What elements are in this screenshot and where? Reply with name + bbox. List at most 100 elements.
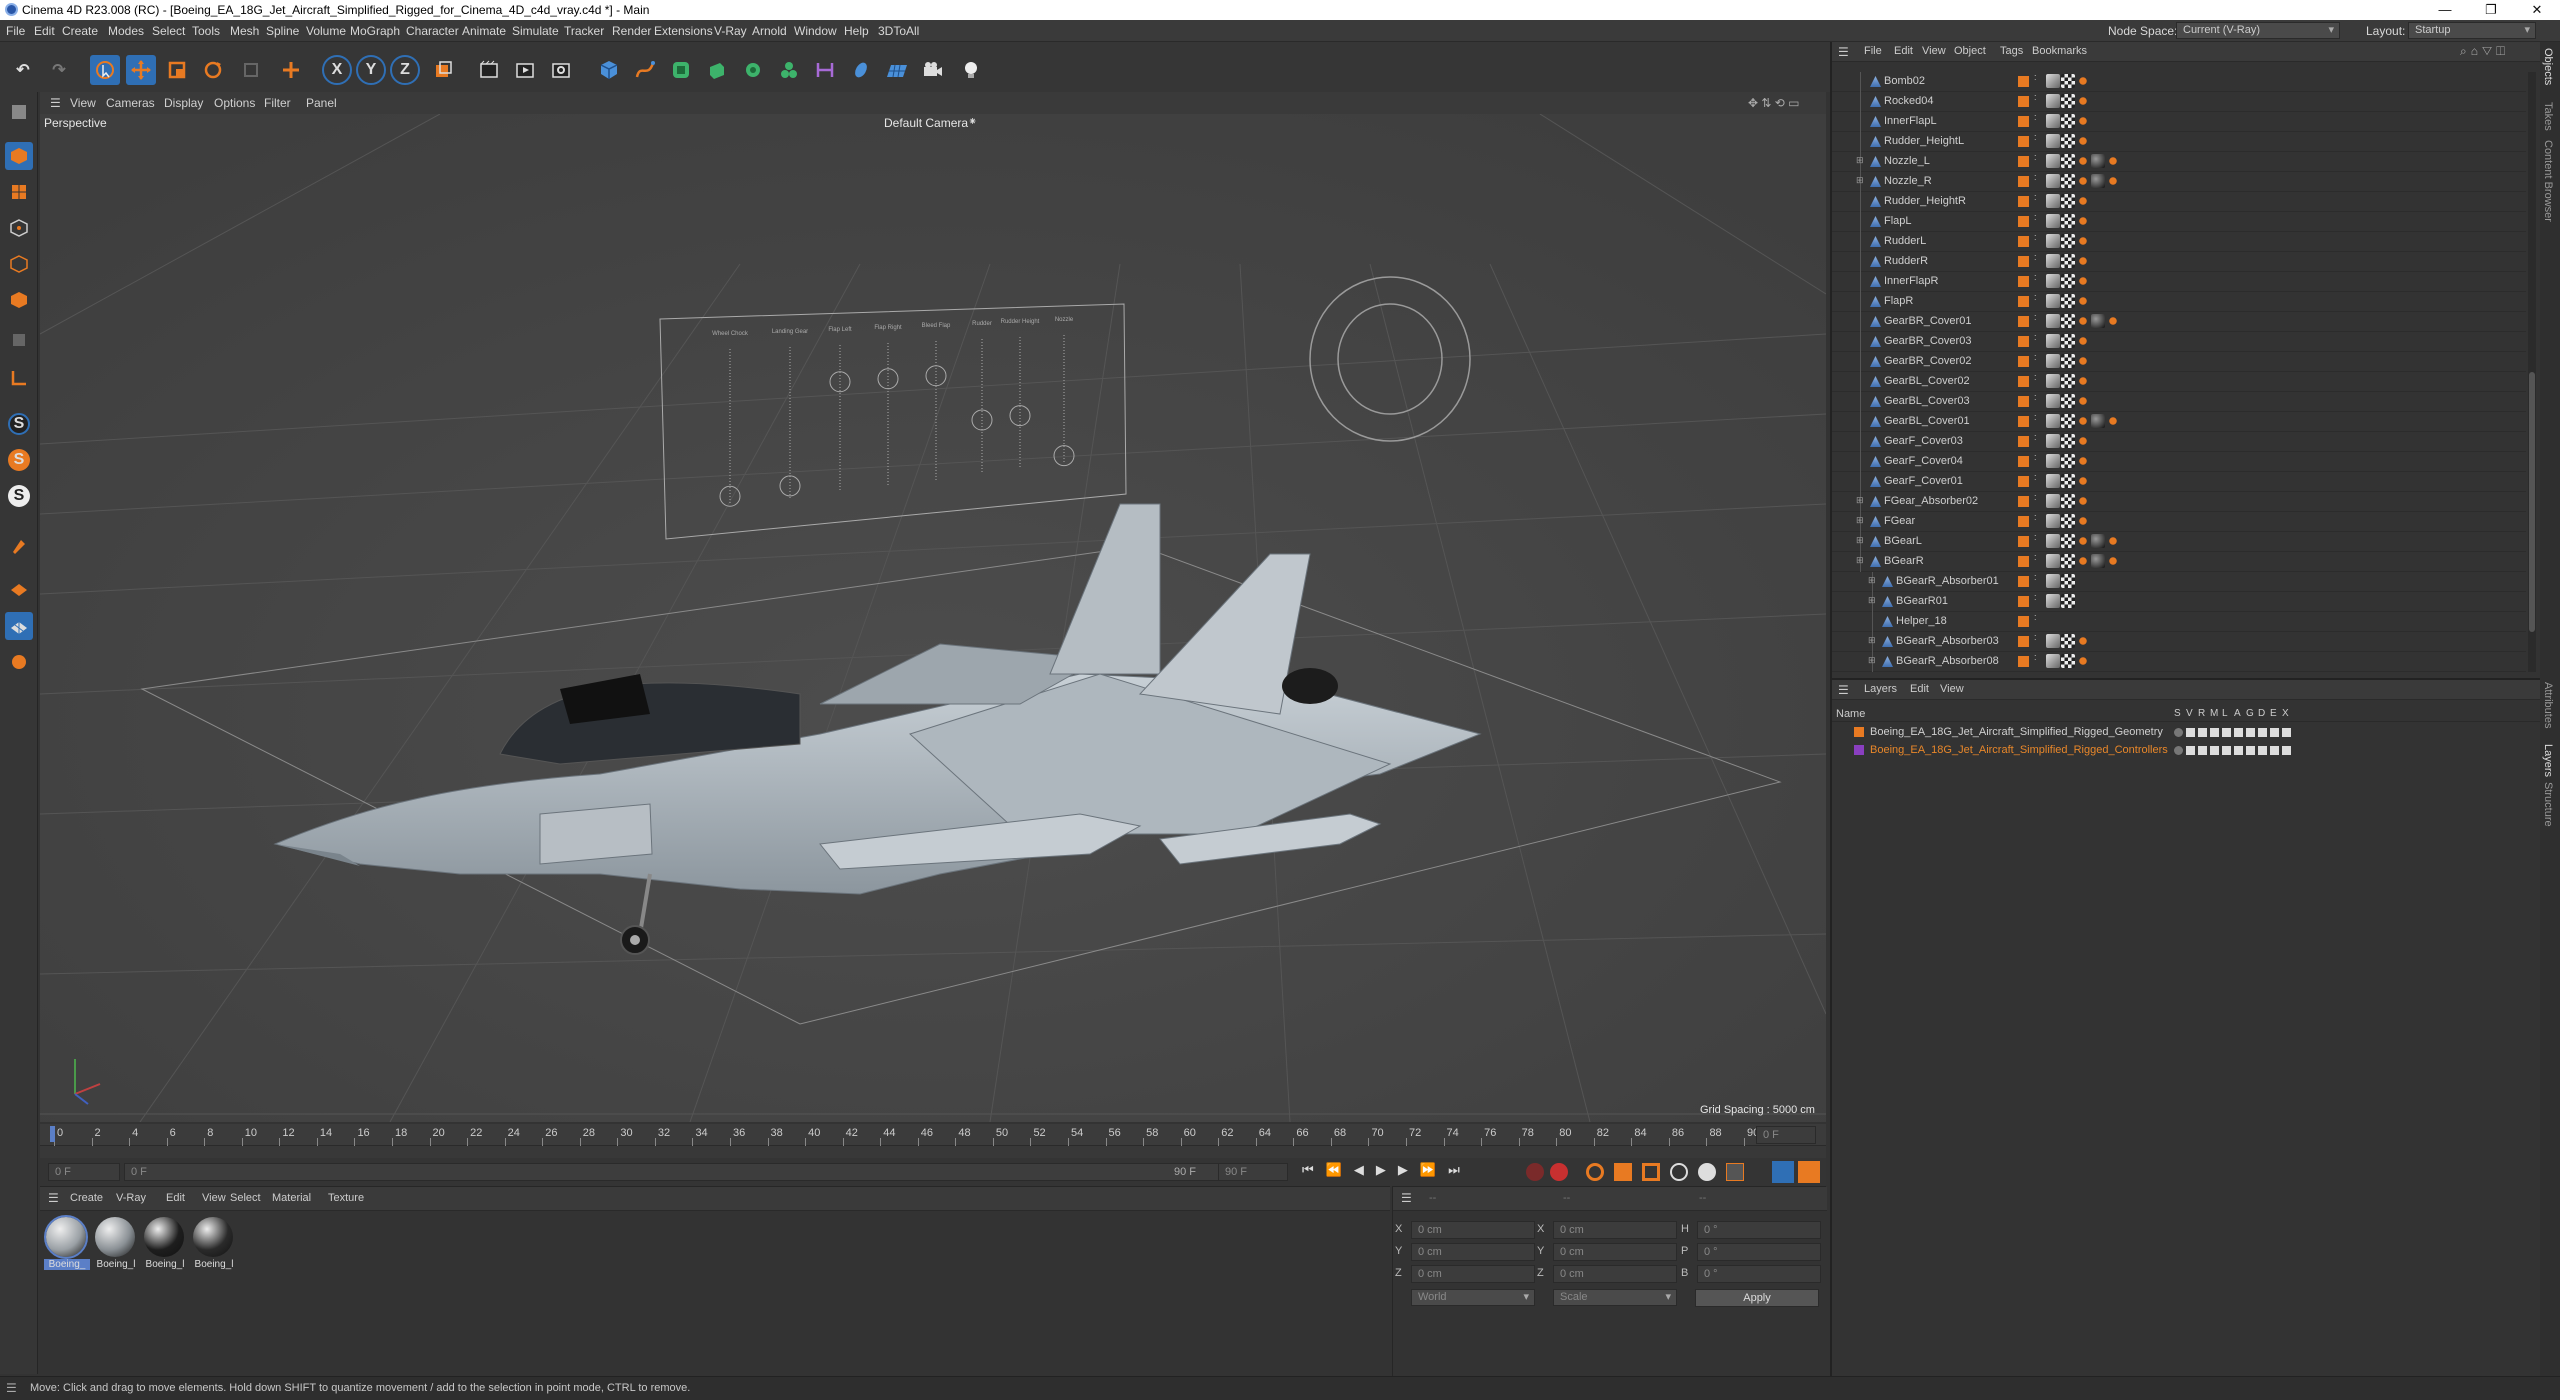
- menu-character[interactable]: Character: [406, 24, 459, 38]
- object-tag-icon[interactable]: [2046, 234, 2060, 248]
- layer-flag-toggle[interactable]: [2174, 746, 2183, 755]
- visibility-dots-icon[interactable]: :: [2034, 133, 2037, 142]
- visibility-dots-icon[interactable]: :: [2034, 433, 2037, 442]
- object-row[interactable]: ⊞ BGearR:: [1832, 552, 2526, 572]
- layer-menu-layers[interactable]: Layers: [1864, 683, 1897, 695]
- layer-color-swatch[interactable]: [2018, 256, 2029, 267]
- menu-edit[interactable]: Edit: [34, 24, 55, 38]
- object-tag-icon[interactable]: [2091, 154, 2105, 168]
- object-name[interactable]: Rudder_HeightR: [1884, 195, 1966, 207]
- scene-object-icon[interactable]: [846, 55, 876, 85]
- object-name[interactable]: Helper_18: [1896, 615, 1947, 627]
- edges-mode-icon[interactable]: [5, 250, 33, 278]
- current-frame-field[interactable]: 0 F: [1756, 1126, 1816, 1144]
- layer-color-swatch[interactable]: [2018, 76, 2029, 87]
- viewport-menu-display[interactable]: Display: [164, 96, 203, 110]
- render-view-icon[interactable]: [510, 55, 540, 85]
- object-tag-icon[interactable]: [2061, 234, 2075, 248]
- object-name[interactable]: GearBR_Cover01: [1884, 315, 1971, 327]
- expand-toggle-icon[interactable]: ⊞: [1868, 575, 1876, 586]
- visibility-dots-icon[interactable]: :: [2034, 333, 2037, 342]
- minimize-button[interactable]: —: [2422, 0, 2468, 20]
- 3d-viewport[interactable]: Wheel Chock Landing Gear Flap Left Flap Rig…: [40, 114, 1826, 1122]
- layer-color-swatch[interactable]: [2018, 336, 2029, 347]
- model-mode-icon[interactable]: [5, 142, 33, 170]
- layer-color-swatch[interactable]: [1854, 727, 1864, 737]
- menu-volume[interactable]: Volume: [306, 24, 346, 38]
- node-space-dropdown[interactable]: Current (V-Ray): [2176, 22, 2340, 39]
- material-item[interactable]: Boeing_l: [191, 1215, 237, 1275]
- key-scale-icon[interactable]: [1642, 1163, 1660, 1181]
- layer-flag-toggle[interactable]: [2210, 746, 2219, 755]
- object-menu-object[interactable]: Object: [1954, 45, 1986, 57]
- make-editable-icon[interactable]: [5, 98, 33, 126]
- layer-flag-toggle[interactable]: [2246, 746, 2255, 755]
- object-tag-icon[interactable]: [2046, 454, 2060, 468]
- object-tag-icon[interactable]: [2076, 234, 2090, 248]
- object-row[interactable]: Rudder_HeightL:: [1832, 132, 2526, 152]
- render-settings-icon[interactable]: [546, 55, 576, 85]
- layer-color-swatch[interactable]: [2018, 516, 2029, 527]
- record-keys-icon[interactable]: [1526, 1163, 1544, 1181]
- right-tab-structure[interactable]: Structure: [2542, 782, 2554, 827]
- object-tag-icon[interactable]: [2046, 94, 2060, 108]
- layer-color-swatch[interactable]: [2018, 656, 2029, 667]
- right-tab-takes[interactable]: Takes: [2542, 102, 2554, 131]
- expand-toggle-icon[interactable]: ⊞: [1868, 655, 1876, 666]
- workplane-icon[interactable]: S: [5, 482, 33, 510]
- object-name[interactable]: Nozzle_R: [1884, 175, 1932, 187]
- points-mode-icon[interactable]: [5, 214, 33, 242]
- cube-primitive-icon[interactable]: [594, 55, 624, 85]
- menu-animate[interactable]: Animate: [462, 24, 506, 38]
- field-icon[interactable]: [810, 55, 840, 85]
- key-rotation-icon[interactable]: [1586, 1163, 1604, 1181]
- camera-icon-small[interactable]: ⁕: [968, 115, 977, 128]
- object-row[interactable]: ⊞ BGearR_Absorber03:: [1832, 632, 2526, 652]
- object-name[interactable]: FlapR: [1884, 295, 1913, 307]
- coord-value-field[interactable]: 0 cm: [1411, 1265, 1535, 1283]
- layer-color-swatch[interactable]: [2018, 396, 2029, 407]
- layer-color-swatch[interactable]: [1854, 745, 1864, 755]
- object-tag-icon[interactable]: [2061, 454, 2075, 468]
- playhead-marker[interactable]: [50, 1126, 55, 1142]
- object-row[interactable]: Bomb02:: [1832, 72, 2526, 92]
- uv-mode-icon[interactable]: [5, 326, 33, 354]
- layer-color-swatch[interactable]: [2018, 156, 2029, 167]
- object-name[interactable]: GearF_Cover01: [1884, 475, 1963, 487]
- polygons-mode-icon[interactable]: [5, 286, 33, 314]
- object-tag-icon[interactable]: [2076, 454, 2090, 468]
- object-menu-edit[interactable]: Edit: [1894, 45, 1913, 57]
- locked-workplane-icon[interactable]: [5, 648, 33, 676]
- object-tag-icon[interactable]: [2076, 174, 2090, 188]
- layer-flag-toggle[interactable]: [2222, 728, 2231, 737]
- render-region-icon[interactable]: [474, 55, 504, 85]
- object-row[interactable]: Helper_18:: [1832, 612, 2526, 632]
- cloner-icon[interactable]: [738, 55, 768, 85]
- object-row[interactable]: GearBL_Cover03:: [1832, 392, 2526, 412]
- object-tag-icon[interactable]: [2076, 414, 2090, 428]
- snap-icon[interactable]: S: [5, 410, 33, 438]
- layer-color-swatch[interactable]: [2018, 456, 2029, 467]
- object-row[interactable]: GearBL_Cover02:: [1832, 372, 2526, 392]
- material-menu-view[interactable]: View: [202, 1192, 226, 1204]
- object-row[interactable]: InnerFlapR:: [1832, 272, 2526, 292]
- visibility-dots-icon[interactable]: :: [2034, 393, 2037, 402]
- object-name[interactable]: GearBL_Cover03: [1884, 395, 1970, 407]
- object-name[interactable]: RudderR: [1884, 255, 1928, 267]
- layer-color-swatch[interactable]: [2018, 416, 2029, 427]
- layer-flag-toggle[interactable]: [2186, 746, 2195, 755]
- object-tag-icon[interactable]: [2046, 294, 2060, 308]
- object-tag-icon[interactable]: [2061, 274, 2075, 288]
- visibility-dots-icon[interactable]: :: [2034, 513, 2037, 522]
- object-row[interactable]: GearF_Cover03:: [1832, 432, 2526, 452]
- object-tag-icon[interactable]: [2061, 294, 2075, 308]
- visibility-dots-icon[interactable]: :: [2034, 313, 2037, 322]
- autokey-icon[interactable]: [1550, 1163, 1568, 1181]
- object-tag-icon[interactable]: [2046, 74, 2060, 88]
- live-selection-icon[interactable]: [90, 55, 120, 85]
- object-tag-icon[interactable]: [2076, 94, 2090, 108]
- object-tag-icon[interactable]: [2046, 414, 2060, 428]
- object-tag-icon[interactable]: [2061, 254, 2075, 268]
- scale-tool-icon[interactable]: [162, 55, 192, 85]
- object-tag-icon[interactable]: [2061, 194, 2075, 208]
